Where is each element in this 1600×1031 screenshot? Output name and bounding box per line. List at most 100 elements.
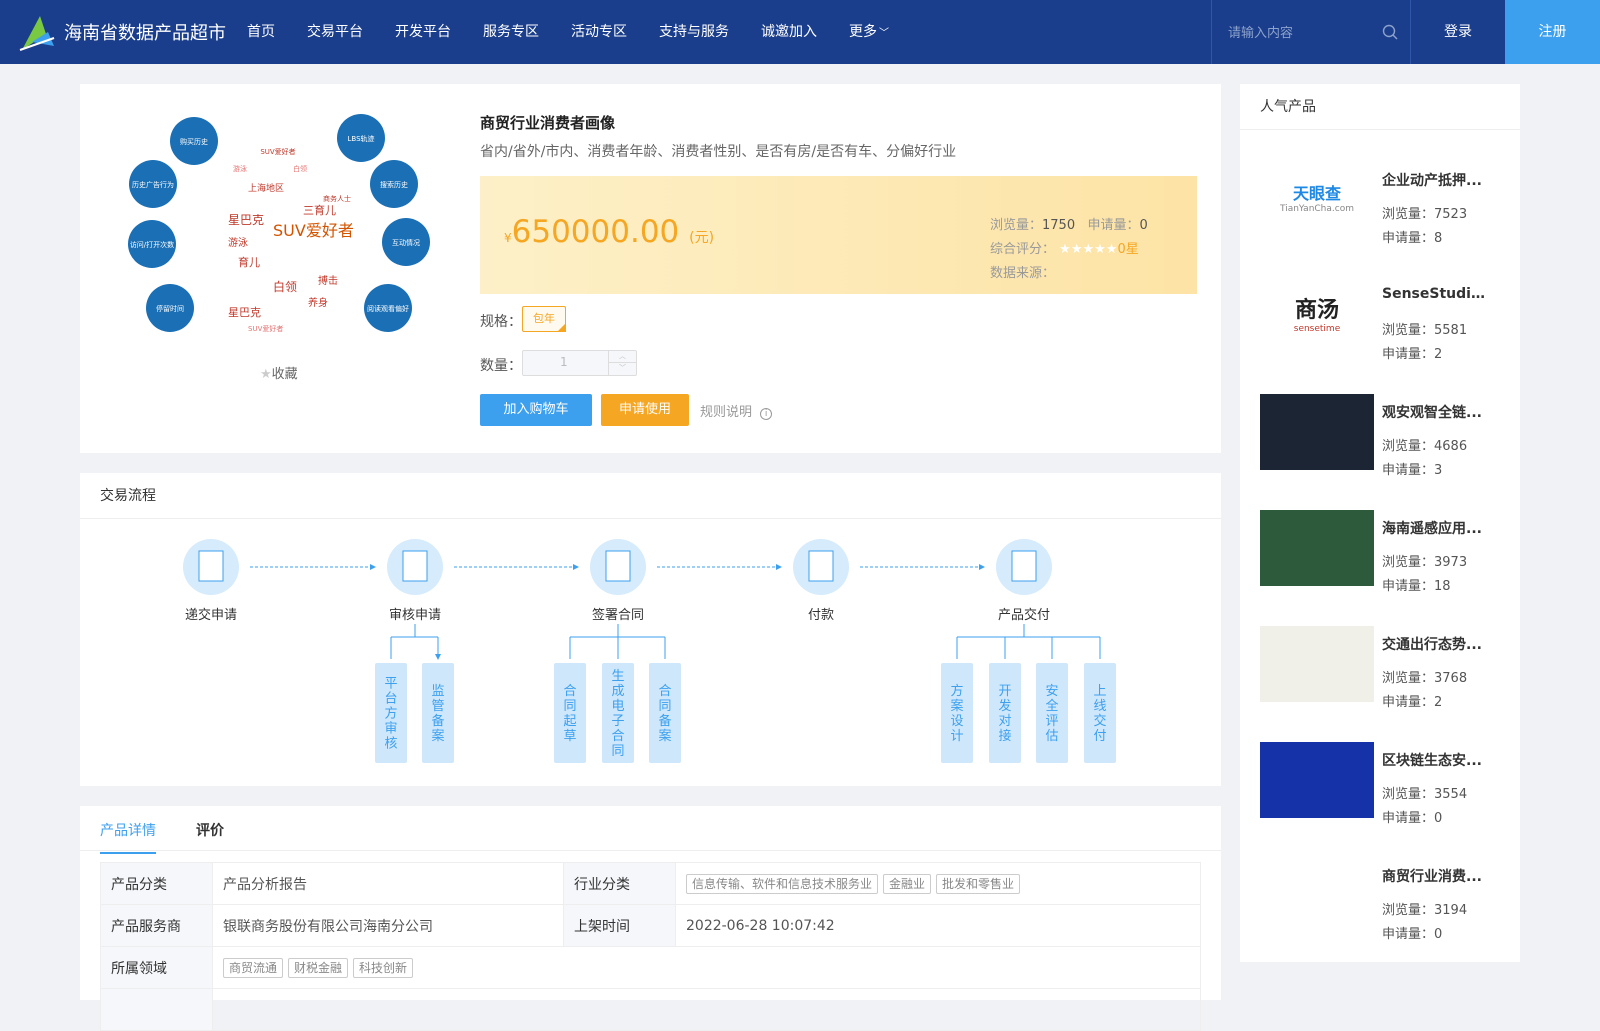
product-thumbnail[interactable] — [1260, 742, 1374, 818]
popular-panel: 人气产品 天眼查 TianYanCha.com 企业动产抵押... 浏览量：7523 申… — [1240, 84, 1520, 962]
svg-text:互动情况: 互动情况 — [392, 238, 420, 247]
svg-text:星巴克: 星巴克 — [228, 213, 264, 227]
word-cloud: SUV爱好者 星巴克 SUV爱好者 游泳 上海地区 育儿 白领 搏击 养身 星巴… — [200, 121, 356, 341]
table-row: 产品分类 产品分析报告 行业分类 信息传输、软件和信息技术服务业 金融业 批发和零售… — [100, 862, 1201, 905]
trade-flow-diagram: 递交申请 审核申请 签署合同 付款 产品交付 平台方审核 监管备案 合同起草 生成电子… — [183, 539, 1116, 763]
login-button[interactable]: 登录 — [1411, 0, 1505, 64]
product-subtitle: 省内/省外/市内、消费者年龄、消费者性别、是否有房/是否有车、分偏好行业 — [480, 144, 957, 160]
rules-link[interactable]: 规则说明 i — [700, 401, 773, 420]
product-stats: 浏览量：1750 申请量：0 综合评分： ★★★★★0星 数据来源： — [990, 214, 1148, 286]
top-header: 海南省数据产品超市 首页 交易平台 开发平台 服务专区 活动专区 支持与服务 诚… — [0, 0, 1600, 64]
nav-activity[interactable]: 活动专区 — [571, 0, 651, 64]
popular-item-applies: 申请量：2 — [1382, 695, 1443, 710]
product-thumbnail[interactable] — [1260, 510, 1374, 586]
product-image: SUV爱好者 星巴克 SUV爱好者 游泳 上海地区 育儿 白领 搏击 养身 星巴… — [128, 114, 430, 341]
thumbnail-brand: 天眼查 — [1292, 184, 1341, 203]
product-panel: SUV爱好者 星巴克 SUV爱好者 游泳 上海地区 育儿 白领 搏击 养身 星巴… — [80, 84, 1221, 453]
domain-tag: 财税金融 — [288, 957, 349, 978]
price-unit: (元) — [689, 230, 715, 246]
popular-item[interactable]: 天眼查 TianYanCha.com 企业动产抵押... 浏览量：7523 申请量：8 — [1260, 162, 1500, 262]
popular-item-name[interactable]: SenseStudio... — [1382, 286, 1490, 302]
popular-item-views: 浏览量：5581 — [1382, 323, 1468, 338]
popular-item[interactable]: 交通出行态势... 浏览量：3768 申请量：2 — [1260, 626, 1500, 726]
svg-text:商务人士: 商务人士 — [323, 194, 351, 203]
svg-text:白领: 白领 — [293, 164, 307, 173]
product-thumbnail[interactable]: 天眼查 TianYanCha.com — [1260, 162, 1374, 238]
chevron-down-icon: ﹀ — [879, 28, 889, 39]
nav-home[interactable]: 首页 — [247, 0, 299, 64]
nav-more[interactable]: 更多 ﹀ — [849, 0, 913, 64]
spec-option[interactable]: 包年 — [522, 306, 566, 332]
nav-join[interactable]: 诚邀加入 — [761, 0, 841, 64]
empty-cell — [212, 988, 1201, 1031]
popular-item[interactable]: 商贸行业消费... 浏览量：3194 申请量：0 — [1260, 858, 1500, 958]
favorite-button[interactable]: ★收藏 — [260, 363, 298, 382]
tab-divider — [80, 850, 1221, 851]
svg-text:产品交付: 产品交付 — [998, 607, 1050, 623]
popular-item-name[interactable]: 交通出行态势... — [1382, 634, 1490, 654]
industry-tag: 批发和零售业 — [936, 873, 1021, 894]
popular-item[interactable]: 观安观智全链... 浏览量：4686 申请量：3 — [1260, 394, 1500, 494]
popular-item-name[interactable]: 观安观智全链... — [1382, 402, 1490, 422]
quantity-label: 数量： — [480, 358, 522, 374]
rating-label: 综合评分： — [990, 242, 1056, 257]
step-delivery: 产品交付 — [996, 539, 1052, 623]
svg-text:停留时间: 停留时间 — [156, 304, 184, 313]
quantity-stepper[interactable]: 1 ︿ ﹀ — [522, 350, 637, 376]
main-nav: 首页 交易平台 开发平台 服务专区 活动专区 支持与服务 诚邀加入 更多 ﹀ — [247, 0, 921, 64]
flow-branches — [390, 624, 1101, 659]
product-thumbnail[interactable] — [1260, 626, 1374, 702]
search-input[interactable] — [1228, 22, 1368, 44]
popular-item-applies: 申请量：0 — [1382, 811, 1443, 826]
online-time-value: 2022-06-28 10:07:42 — [675, 904, 1201, 947]
sub-step-label: 平台方审核 — [384, 677, 397, 752]
chevron-down-icon[interactable]: ﹀ — [609, 363, 636, 374]
thumbnail-brand-sub: TianYanCha.com — [1279, 204, 1354, 214]
popular-item[interactable]: 区块链生态安... 浏览量：3554 申请量：0 — [1260, 742, 1500, 842]
svg-text:育儿: 育儿 — [238, 255, 260, 269]
popular-item-applies: 申请量：3 — [1382, 463, 1443, 478]
tab-details[interactable]: 产品详情 — [100, 820, 156, 854]
domain-tags: 商贸流通 财税金融 科技创新 — [212, 946, 1201, 989]
popular-item-name[interactable]: 海南遥感应用... — [1382, 518, 1490, 538]
popular-item[interactable]: 海南遥感应用... 浏览量：3973 申请量：18 — [1260, 510, 1500, 610]
apply-use-button[interactable]: 申请使用 — [601, 394, 689, 426]
popular-item-name[interactable]: 区块链生态安... — [1382, 750, 1490, 770]
popular-item-applies: 申请量：2 — [1382, 347, 1443, 362]
popular-item-views: 浏览量：7523 — [1382, 207, 1468, 222]
star-icon: ★ — [1070, 242, 1083, 257]
rating-value: 0星 — [1117, 242, 1139, 257]
product-thumbnail[interactable]: 商汤 sensetime — [1260, 278, 1374, 354]
step-payment: 付款 — [793, 539, 849, 623]
search-icon[interactable] — [1382, 24, 1398, 40]
spec-label: 规格： — [480, 314, 522, 330]
nav-develop[interactable]: 开发平台 — [395, 0, 475, 64]
chevron-up-icon[interactable]: ︿ — [609, 351, 636, 363]
sub-step-label: 合同起草 — [563, 684, 576, 744]
popular-item-name[interactable]: 企业动产抵押... — [1382, 170, 1490, 190]
popular-item[interactable]: 商汤 sensetime SenseStudio... 浏览量：5581 申请量：2 — [1260, 278, 1500, 378]
svg-text:搜索历史: 搜索历史 — [380, 180, 408, 189]
product-thumbnail[interactable] — [1260, 858, 1374, 934]
site-title: 海南省数据产品超市 — [64, 23, 226, 44]
domain-tag: 商贸流通 — [223, 957, 284, 978]
popular-item-name[interactable]: 商贸行业消费... — [1382, 866, 1490, 886]
quantity-arrows[interactable]: ︿ ﹀ — [608, 351, 636, 375]
domain-label: 所属领域 — [100, 946, 213, 989]
nav-trade[interactable]: 交易平台 — [307, 0, 387, 64]
trade-flow-title: 交易流程 — [80, 473, 1221, 519]
add-to-cart-button[interactable]: 加入购物车 — [480, 394, 592, 426]
nav-service[interactable]: 服务专区 — [483, 0, 563, 64]
quantity-value: 1 — [560, 355, 568, 369]
nav-support[interactable]: 支持与服务 — [659, 0, 753, 64]
popular-item-applies: 申请量：0 — [1382, 927, 1443, 942]
svg-text:SUV爱好者: SUV爱好者 — [260, 147, 295, 156]
register-button[interactable]: 注册 — [1505, 0, 1600, 64]
product-thumbnail[interactable] — [1260, 394, 1374, 470]
price-value: 650000.00 — [511, 214, 680, 250]
site-logo[interactable]: 海南省数据产品超市 — [18, 12, 226, 52]
nav-more-label: 更多 — [849, 24, 877, 40]
tab-reviews[interactable]: 评价 — [196, 820, 224, 854]
step-submit: 递交申请 — [183, 539, 239, 623]
svg-text:历史广告行为: 历史广告行为 — [132, 180, 174, 189]
